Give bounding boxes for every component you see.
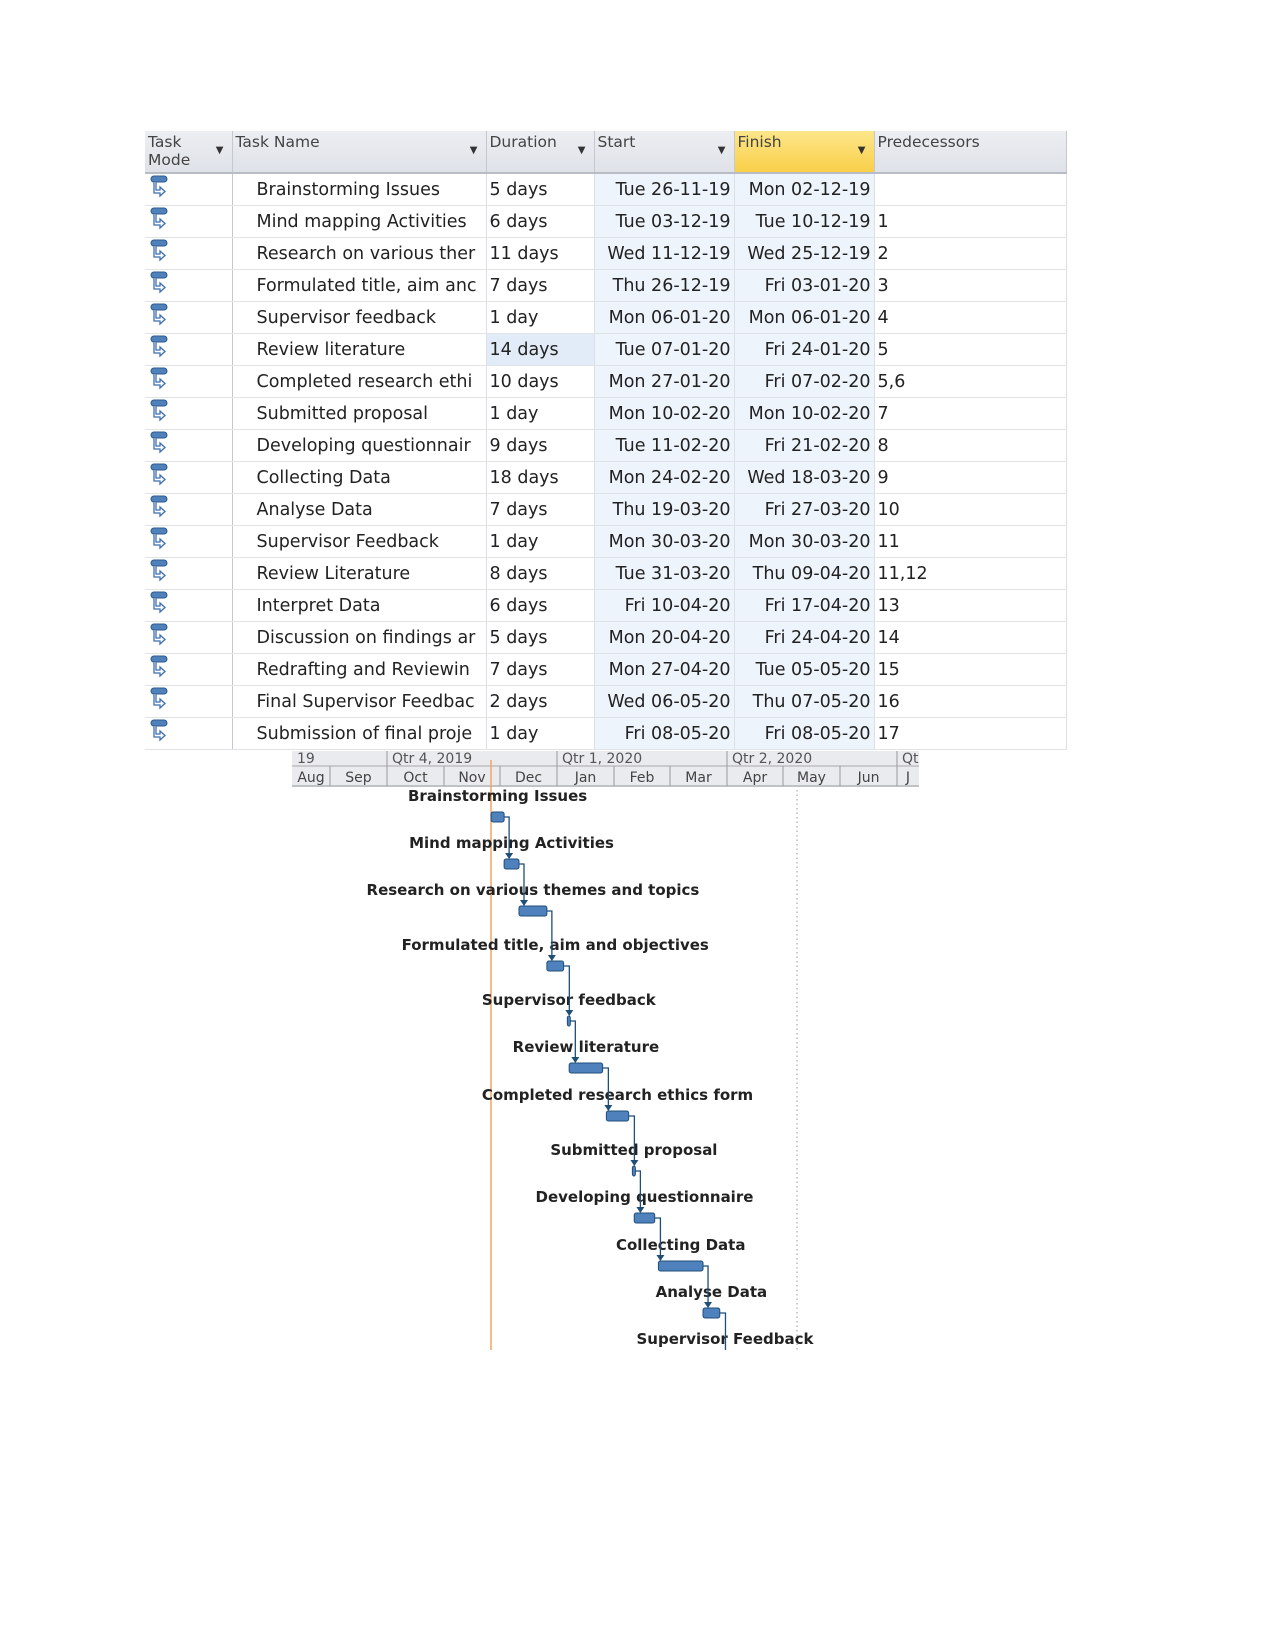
dependency-arrow-icon <box>571 1057 580 1063</box>
quarter-label: Qtr 1, 2020 <box>562 751 642 767</box>
month-label: J <box>905 770 910 786</box>
month-label: Dec <box>515 770 542 786</box>
dependency-arrow-icon <box>604 1105 613 1111</box>
dependency-arrow-icon <box>505 853 514 859</box>
task-bar[interactable] <box>546 960 565 972</box>
task-bar[interactable] <box>490 811 505 823</box>
task-bar-label: Brainstorming Issues <box>408 787 587 805</box>
task-bar-label: Research on various themes and topics <box>367 881 700 899</box>
task-bar[interactable] <box>657 1260 704 1272</box>
month-label: Sep <box>345 770 372 786</box>
month-label: Mar <box>685 770 712 786</box>
month-label: Aug <box>297 770 324 786</box>
dependency-arrow-icon <box>656 1255 665 1261</box>
task-bar[interactable] <box>605 1110 630 1122</box>
month-label: Apr <box>743 770 767 786</box>
task-bar-label: Developing questionnaire <box>536 1188 754 1206</box>
task-bar-label: Completed research ethics form <box>482 1086 753 1104</box>
task-bar[interactable] <box>518 905 548 917</box>
task-bar-label: Formulated title, aim and objectives <box>402 936 709 954</box>
task-bar[interactable] <box>631 1165 636 1177</box>
task-bar[interactable] <box>702 1307 721 1319</box>
document-page: Task Mode ▼ Task Name ▼ Duration ▼ Start ▼ Fi… <box>0 0 1275 1651</box>
month-label: Jun <box>857 770 880 786</box>
month-label: Feb <box>630 770 655 786</box>
dependency-arrow-icon <box>704 1302 713 1308</box>
quarter-label: Qt <box>902 751 919 767</box>
dependency-arrow-icon <box>636 1207 645 1213</box>
month-label: Jan <box>574 770 597 786</box>
task-bar-label: Review literature <box>513 1038 659 1056</box>
task-bar[interactable] <box>566 1015 571 1027</box>
task-bar-label: Mind mapping Activities <box>409 834 614 852</box>
gantt-chart: 19 Qtr 4, 2019 Qtr 1, 2020 Qtr 2, 2020 Qt Aug… <box>292 751 919 1350</box>
dependency-arrow-icon <box>630 1160 639 1166</box>
task-bar[interactable] <box>633 1212 656 1224</box>
task-bar[interactable] <box>568 1062 604 1074</box>
month-label: Nov <box>458 770 485 786</box>
task-bar-label: Analyse Data <box>656 1283 768 1301</box>
quarter-label: 19 <box>297 751 315 767</box>
month-label: Oct <box>403 770 428 786</box>
quarter-label: Qtr 4, 2019 <box>392 751 472 767</box>
quarter-label: Qtr 2, 2020 <box>732 751 812 767</box>
task-bar-label: Collecting Data <box>616 1236 745 1254</box>
dependency-arrow-icon <box>519 900 528 906</box>
month-label: May <box>797 770 826 786</box>
dependency-arrow-icon <box>547 955 556 961</box>
task-bar[interactable] <box>503 858 520 870</box>
dependency-arrow-icon <box>565 1010 574 1016</box>
